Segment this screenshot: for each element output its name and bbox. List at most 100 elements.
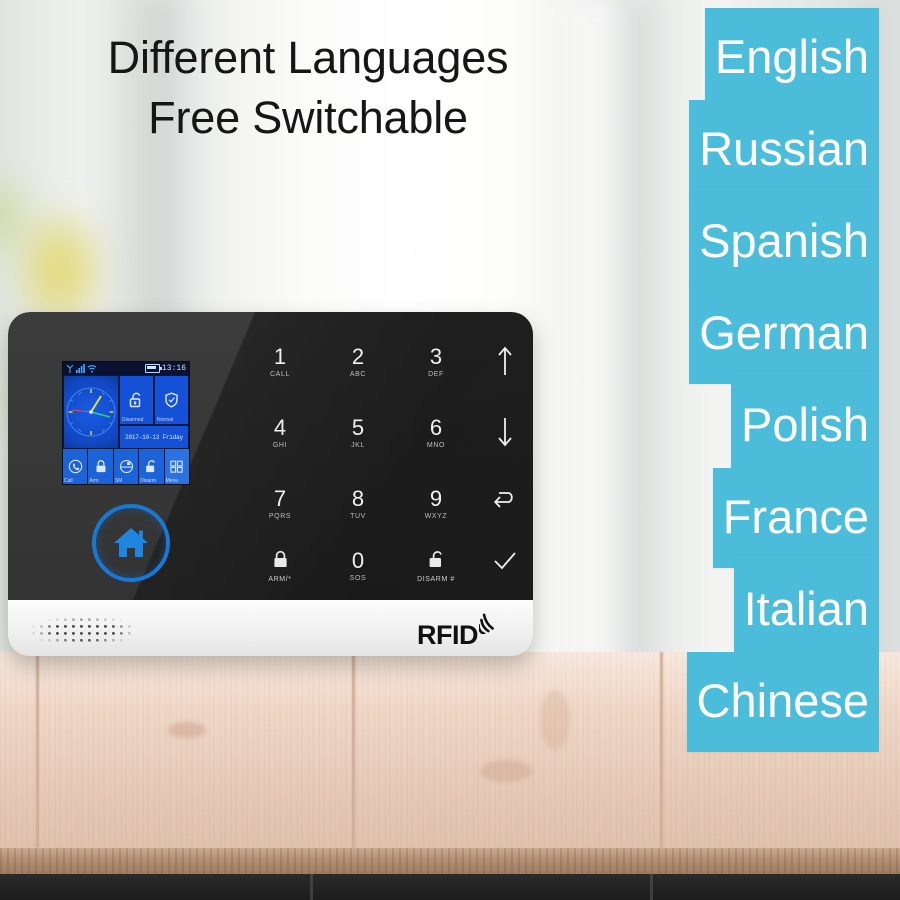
lcd-button-call[interactable]: Call (63, 449, 89, 484)
lcd-date-text: 2017-10-13 Friday (125, 433, 183, 441)
keypad-key-lock-open[interactable]: DISARM # (408, 550, 464, 583)
keypad-key-check[interactable] (477, 550, 533, 576)
rfid-label: RFID (417, 620, 479, 650)
table-edge (0, 848, 900, 874)
keypad-key-2[interactable]: 2 ABC (330, 344, 386, 379)
lock-open-icon (428, 550, 445, 573)
keypad-key-9[interactable]: 9 WXYZ (408, 486, 464, 521)
language-badge-german[interactable]: German (689, 284, 879, 384)
headline-line-2: Free Switchable (148, 91, 468, 143)
menu-icon (170, 460, 184, 473)
language-badge-english[interactable]: English (704, 8, 879, 108)
keypad-key-number: 8 (351, 486, 365, 511)
promo-image: Different Languages Free Switchable Engl… (0, 0, 900, 900)
battery-icon (144, 364, 162, 373)
language-badge-spanish[interactable]: Spanish (689, 192, 879, 292)
keypad-key-arrow-down[interactable] (477, 417, 533, 451)
shield-icon (165, 392, 178, 408)
lcd-button-label: Menu (165, 478, 179, 484)
keypad-key-number: 9 (429, 486, 443, 511)
keypad-key-7[interactable]: 7 PQRS (252, 486, 308, 521)
lcd-tile-disarmed: Disarmed (119, 375, 154, 425)
language-badge-label: English (714, 29, 869, 83)
back-arrow-icon (492, 488, 518, 514)
keypad-key-back-arrow[interactable] (477, 488, 533, 514)
keypad-key-number: 3 (429, 344, 443, 369)
unlock-icon (129, 392, 141, 408)
lcd-tile-label: Normal (157, 417, 174, 423)
lcd-time: 13:16 (161, 364, 186, 373)
lcd-display: 13:16 Disarmed Normal 2017-10-13 Friday … (62, 361, 190, 485)
keypad: 1 CALL 2 ABC 3 DEF 4 GHI 5 JKL 6 MNO 7 PQRS 8 TUV 9 WXYZ A… (252, 344, 516, 583)
language-badge-list: English Russian Spanish German Polish France I… (640, 0, 895, 752)
keypad-key-1[interactable]: 1 CALL (252, 344, 308, 379)
antenna-icon (66, 364, 74, 373)
keypad-key-arrow-up[interactable] (477, 346, 533, 380)
keypad-key-sublabel: CALL (270, 371, 290, 378)
keypad-key-4[interactable]: 4 GHI (252, 415, 308, 450)
keypad-key-sublabel: ARM/* (268, 576, 292, 583)
keypad-key-lock-closed[interactable]: ARM/* (252, 550, 308, 583)
lcd-button-label: Arm (89, 478, 99, 484)
language-badge-label: German (699, 305, 869, 359)
lock-icon (96, 460, 106, 473)
keypad-key-sublabel: MNO (426, 442, 446, 449)
lcd-button-label: SM (114, 478, 123, 484)
lcd-status-right: 13:16 (144, 364, 186, 373)
lcd-button-label: Disarm (140, 478, 157, 484)
analog-clock-widget (63, 375, 119, 449)
wood-knot (480, 760, 532, 782)
keypad-key-8[interactable]: 8 TUV (330, 486, 386, 521)
lcd-status-bar: 13:16 (63, 362, 189, 375)
lcd-button-sm[interactable]: SM (113, 449, 140, 484)
keypad-key-sublabel: ABC (349, 371, 367, 378)
wood-knot (540, 690, 570, 750)
language-badge-label: Chinese (696, 673, 869, 727)
page-title: Different Languages Free Switchable (0, 28, 616, 148)
lcd-button-arm[interactable]: Arm (88, 449, 114, 484)
language-badge-russian[interactable]: Russian (689, 100, 879, 200)
keypad-key-sublabel: GHI (272, 442, 288, 449)
arrow-up-icon (497, 346, 513, 380)
keypad-key-5[interactable]: 5 JKL (330, 417, 386, 450)
keypad-key-6[interactable]: 6 MNO (408, 417, 464, 450)
language-badge-label: France (722, 489, 869, 543)
language-badge-france[interactable]: France (712, 468, 879, 568)
rfid-logo: RFID (417, 612, 501, 649)
speaker-grille (32, 618, 136, 644)
lock-closed-icon (272, 550, 289, 573)
language-badge-polish[interactable]: Polish (730, 376, 879, 476)
home-icon (114, 528, 148, 557)
language-badge-chinese[interactable]: Chinese (686, 652, 879, 752)
language-badge-italian[interactable]: Italian (733, 560, 879, 660)
phone-icon (68, 459, 82, 474)
keypad-key-number: 2 (351, 344, 365, 369)
wifi-icon (87, 364, 97, 373)
keypad-key-sublabel: JKL (351, 442, 365, 449)
keypad-key-sublabel: DISARM # (417, 576, 455, 583)
keypad-key-number: 4 (273, 415, 287, 440)
language-badge-label: Italian (743, 581, 869, 635)
language-badge-label: Spanish (699, 213, 869, 267)
unlock-icon (146, 460, 156, 473)
plank-seam (36, 652, 39, 848)
lcd-button-label: Call (64, 478, 73, 484)
home-arm-icon (119, 459, 133, 474)
signal-bars-icon (76, 364, 85, 373)
keypad-key-0[interactable]: 0 SOS (330, 548, 386, 583)
keypad-key-sublabel: PQRS (268, 513, 292, 520)
lcd-button-disarm[interactable]: Disarm (139, 449, 165, 484)
rfid-wave-icon (477, 612, 501, 639)
keypad-key-number: 7 (273, 486, 287, 511)
home-button[interactable] (92, 504, 170, 582)
arrow-down-icon (497, 417, 513, 451)
lcd-button-menu[interactable]: Menu (164, 449, 189, 484)
keypad-key-number: 0 (351, 548, 365, 573)
check-icon (492, 550, 518, 576)
keypad-key-number: 1 (273, 344, 287, 369)
table-front-shadow (0, 874, 900, 900)
headline-line-1: Different Languages (107, 32, 509, 83)
keypad-key-3[interactable]: 3 DEF (408, 344, 464, 379)
language-badge-label: Polish (740, 397, 869, 451)
table-front-seam (310, 874, 313, 900)
